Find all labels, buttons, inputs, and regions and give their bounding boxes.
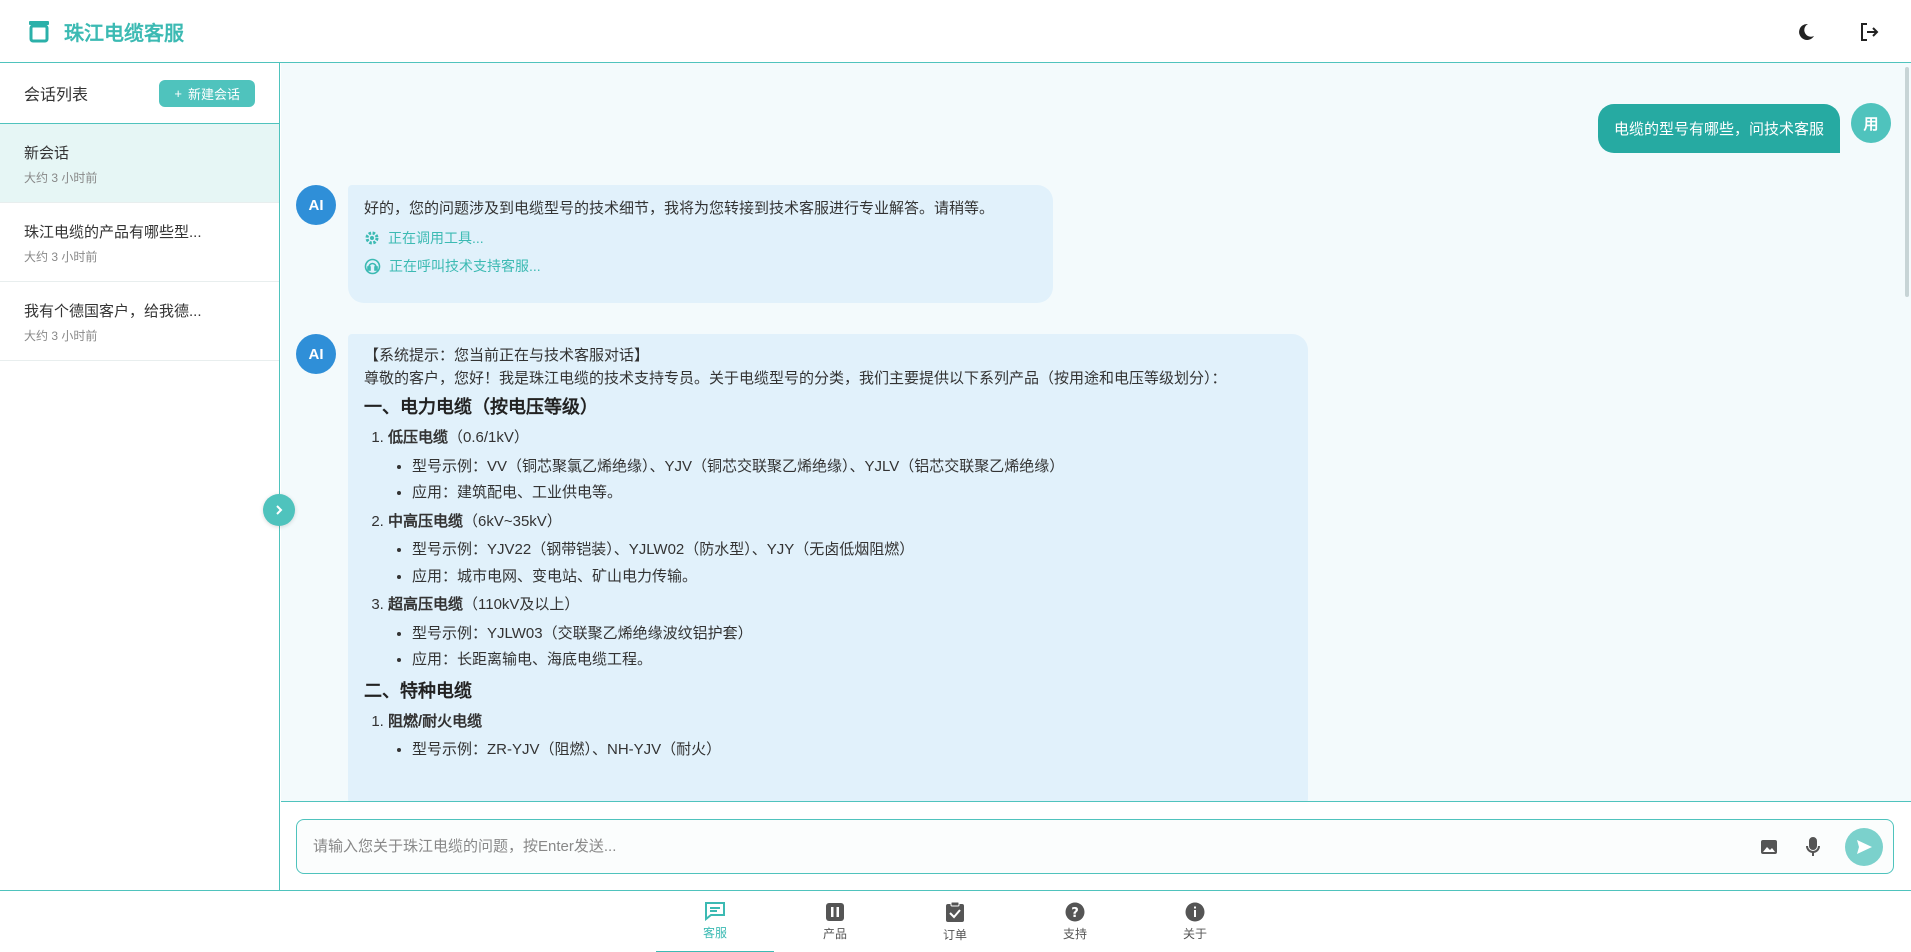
conversation-title: 珠江电缆的产品有哪些型... [24,224,202,241]
user-message-bubble: 电缆的型号有哪些，问技术客服 [1597,104,1840,153]
list-item: 阻燃/耐火电缆 型号示例：ZR-YJV（阻燃）、NH-YJV（耐火） [388,711,1292,762]
section-heading: 一、电力电缆（按电压等级） [364,397,598,417]
nav-label: 产品 [822,927,847,941]
nav-item-order[interactable]: 订单 [896,891,1014,952]
bullet-item: 型号示例：YJV22（钢带铠装）、YJLW02（防水型）、YJY（无卤低烟阻燃） [412,539,1292,562]
ai-intro-text: 尊敬的客户，您好！我是珠江电缆的技术支持专员。关于电缆型号的分类，我们主要提供以… [364,369,1227,387]
bullet-item: 型号示例：YJLW03（交联聚乙烯绝缘波纹铝护套） [412,623,1292,646]
item-spec: （110kV及以上） [463,596,580,613]
conversation-item[interactable]: 我有个德国客户，给我德... 大约 3 小时前 [0,282,279,361]
chat-area[interactable]: 电缆的型号有哪些，问技术客服 用 AI 好的，您的问题涉及到电缆型号的技术细节，… [281,63,1911,801]
microphone-icon [1806,836,1820,856]
support-call-text: 正在呼叫技术支持客服... [389,257,541,274]
info-icon [1185,902,1205,922]
bullet-item: 应用：城市电网、变电站、矿山电力传输。 [412,566,1292,589]
voice-input-button[interactable] [1801,835,1825,859]
nav-label: 订单 [942,928,967,942]
support-call-line: 正在呼叫技术支持客服... [364,256,1037,277]
ai-message-row: AI 好的，您的问题涉及到电缆型号的技术细节，我将为您转接到技术客服进行专业解答… [296,185,1053,303]
conversation-time: 大约 3 小时前 [24,329,98,343]
chevron-right-icon [276,505,283,515]
ai-message-bubble: 【系统提示：您当前正在与技术客服对话】 尊敬的客户，您好！我是珠江电缆的技术支持… [348,334,1308,801]
conversation-time: 大约 3 小时前 [24,171,98,185]
conversation-title: 新会话 [24,145,70,162]
send-icon [1857,839,1872,854]
item-name: 超高压电缆 [388,596,464,613]
theme-toggle-button[interactable] [1792,18,1820,46]
user-message-row: 电缆的型号有哪些，问技术客服 用 [1597,103,1891,153]
moon-icon [1799,23,1814,40]
ai-avatar: AI [296,185,336,225]
nav-label: 支持 [1062,927,1087,941]
ai-message-text: 好的，您的问题涉及到电缆型号的技术细节，我将为您转接到技术客服进行专业解答。请稍… [364,200,995,217]
ai-message-bubble: 好的，您的问题涉及到电缆型号的技术细节，我将为您转接到技术客服进行专业解答。请稍… [348,185,1053,303]
list-item: 超高压电缆（110kV及以上） 型号示例：YJLW03（交联聚乙烯绝缘波纹铝护套… [388,594,1292,672]
logo[interactable]: 珠江电缆客服 [28,17,184,46]
conversation-item[interactable]: 新会话 大约 3 小时前 [0,124,279,203]
headset-icon [364,258,381,274]
nav-item-service[interactable]: 客服 [656,891,774,952]
image-upload-button[interactable] [1757,835,1781,859]
bullet-item: 型号示例：VV（铜芯聚氯乙烯绝缘）、YJV（铜芯交联聚乙烯绝缘）、YJLV（铝芯… [412,456,1292,479]
conversation-time: 大约 3 小时前 [24,250,98,264]
bullet-item: 应用：建筑配电、工业供电等。 [412,482,1292,505]
item-name: 低压电缆 [388,429,449,446]
logout-icon [1861,23,1879,41]
store-icon [29,21,49,43]
nav-item-support[interactable]: ? 支持 [1016,891,1134,952]
sidebar-title: 会话列表 [24,87,89,104]
message-input-box [296,819,1894,874]
bottom-navigation: 客服 产品 订单 ? 支持 关于 [0,890,1911,952]
ai-message-row: AI 【系统提示：您当前正在与技术客服对话】 尊敬的客户，您好！我是珠江电缆的技… [296,334,1308,801]
chat-icon [705,902,725,921]
nav-item-about[interactable]: 关于 [1136,891,1254,952]
item-name: 中高压电缆 [388,512,464,530]
bullet-item: 型号示例：ZR-YJV（阻燃）、NH-YJV（耐火） [412,739,1292,762]
plus-icon: + [174,85,182,101]
image-icon [1761,839,1777,854]
list-item: 低压电缆（0.6/1kV） 型号示例：VV（铜芯聚氯乙烯绝缘）、YJV（铜芯交联… [388,427,1292,505]
nav-label: 客服 [702,926,727,940]
app-header: 珠江电缆客服 [0,0,1911,63]
gear-icon [365,231,379,245]
send-button[interactable] [1845,827,1883,866]
composer [281,801,1911,890]
tool-status-line: 正在调用工具... [364,228,1037,249]
logout-button[interactable] [1855,18,1883,46]
help-icon: ? [1065,902,1085,922]
section-heading: 二、特种电缆 [364,680,472,701]
sidebar-header: 会话列表 + 新建会话 [0,63,279,124]
message-input[interactable] [313,838,1757,855]
new-chat-button[interactable]: + 新建会话 [159,79,255,107]
product-icon [826,903,844,921]
tool-status-text: 正在调用工具... [388,229,484,246]
item-spec: （6kV~35kV） [463,512,562,530]
conversation-title: 我有个德国客户，给我德... [24,303,202,320]
bullet-item: 应用：长距离输电、海底电缆工程。 [412,649,1292,672]
nav-item-product[interactable]: 产品 [776,891,894,952]
chat-scrollbar[interactable] [1905,67,1909,297]
app-title: 珠江电缆客服 [64,22,184,45]
conversation-sidebar: 会话列表 + 新建会话 新会话 大约 3 小时前 珠江电缆的产品有哪些型... … [0,63,280,890]
section-list: 低压电缆（0.6/1kV） 型号示例：VV（铜芯聚氯乙烯绝缘）、YJV（铜芯交联… [364,427,1292,672]
conversation-item[interactable]: 珠江电缆的产品有哪些型... 大约 3 小时前 [0,203,279,282]
new-chat-label: 新建会话 [187,86,240,102]
system-note: 【系统提示：您当前正在与技术客服对话】 [364,347,650,364]
nav-label: 关于 [1182,927,1207,941]
order-icon [946,901,964,922]
sidebar-toggle-button[interactable] [263,494,295,526]
section-list: 阻燃/耐火电缆 型号示例：ZR-YJV（阻燃）、NH-YJV（耐火） [364,711,1292,762]
item-spec: （0.6/1kV） [448,429,529,446]
ai-avatar: AI [296,334,336,374]
svg-text:?: ? [1071,906,1079,921]
list-item: 中高压电缆（6kV~35kV） 型号示例：YJV22（钢带铠装）、YJLW02（… [388,511,1292,589]
item-name: 阻燃/耐火电缆 [388,712,483,730]
user-avatar: 用 [1851,103,1891,143]
